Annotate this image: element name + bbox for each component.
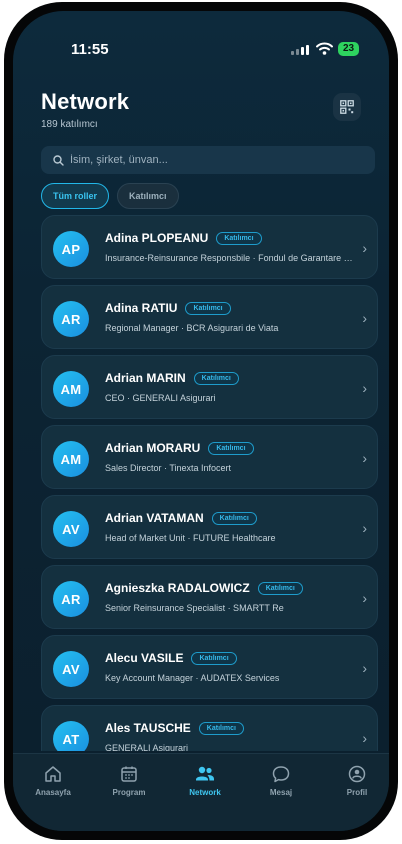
chevron-right-icon: › <box>362 380 367 396</box>
chevron-right-icon: › <box>362 660 367 676</box>
role-badge: Katılımcı <box>216 231 262 245</box>
role-badge: Katılımcı <box>193 371 239 385</box>
role-badge: Katılımcı <box>185 301 231 315</box>
status-time: 11:55 <box>71 41 109 58</box>
person-card[interactable]: AV Alecu VASILE Katılımcı Key Account Man… <box>41 635 378 699</box>
search-input[interactable] <box>70 154 350 166</box>
person-name: Agnieszka RADALOWICZ <box>105 581 250 595</box>
search-bar[interactable] <box>41 146 375 174</box>
person-name: Adrian VATAMAN <box>105 511 204 525</box>
tab-label: Program <box>112 788 146 797</box>
bottom-tab-bar: Anasayfa Program Network Mesaj Profil <box>13 753 389 831</box>
tab-label: Anasayfa <box>35 788 71 797</box>
person-card[interactable]: AM Adrian MARIN Katılımcı CEO · GENERALI … <box>41 355 378 419</box>
role-badge: Katılımcı <box>257 581 303 595</box>
person-name: Ales TAUSCHE <box>105 721 191 735</box>
person-card[interactable]: AV Adrian VATAMAN Katılımcı Head of Marke… <box>41 495 378 559</box>
chevron-right-icon: › <box>362 590 367 606</box>
page-title: Network <box>41 89 130 114</box>
person-role: CEO · GENERALI Asigurari <box>105 393 216 403</box>
tab-profil[interactable]: Profil <box>327 764 387 797</box>
person-card[interactable]: AT Ales TAUSCHE Katılımcı GENERALI Asigur… <box>41 705 378 751</box>
avatar: AT <box>53 721 89 751</box>
profile-icon <box>348 765 366 783</box>
avatar: AR <box>53 301 89 337</box>
chevron-right-icon: › <box>362 520 367 536</box>
chevron-right-icon: › <box>362 310 367 326</box>
avatar: AM <box>53 371 89 407</box>
person-role: Key Account Manager · AUDATEX Services <box>105 673 280 683</box>
person-card[interactable]: AM Adrian MORARU Katılımcı Sales Director… <box>41 425 378 489</box>
person-role: Senior Reinsurance Specialist · SMARTT R… <box>105 603 284 613</box>
tab-program[interactable]: Program <box>99 764 159 797</box>
chevron-right-icon: › <box>362 730 367 746</box>
participant-count: 189 katılımcı <box>41 119 98 130</box>
person-name: Adrian MORARU <box>105 441 201 455</box>
battery-icon: 23 <box>338 42 360 56</box>
tab-label: Profil <box>346 788 368 797</box>
person-card[interactable]: AR Agnieszka RADALOWICZ Katılımcı Senior … <box>41 565 378 629</box>
person-card[interactable]: AR Adina RATIU Katılımcı Regional Manager… <box>41 285 378 349</box>
calendar-icon <box>121 766 137 782</box>
home-icon <box>45 766 61 782</box>
person-name: Adrian MARIN <box>105 371 186 385</box>
avatar: AP <box>53 231 89 267</box>
status-bar: 11:55 23 <box>13 11 389 61</box>
role-badge: Katılımcı <box>208 441 254 455</box>
qr-code-button[interactable] <box>333 93 361 121</box>
people-icon <box>196 766 214 781</box>
person-role: Sales Director · Tinexta Infocert <box>105 463 232 473</box>
filter-all-roles[interactable]: Tüm roller <box>41 183 110 209</box>
chevron-right-icon: › <box>362 450 367 466</box>
avatar: AV <box>53 511 89 547</box>
role-badge: Katılımcı <box>198 721 244 735</box>
avatar: AV <box>53 651 89 687</box>
role-badge: Katılımcı <box>211 511 257 525</box>
tab-mesaj[interactable]: Mesaj <box>251 764 311 797</box>
tab-label: Mesaj <box>269 788 293 797</box>
message-icon <box>272 766 290 783</box>
person-role: Regional Manager · BCR Asigurari de Viat… <box>105 323 279 333</box>
wifi-icon <box>316 42 333 55</box>
person-role: Head of Market Unit · FUTURE Healthcare <box>105 533 276 543</box>
people-list: AP Adina PLOPEANU Katılımcı Insurance-Rei… <box>41 215 379 751</box>
person-card[interactable]: AP Adina PLOPEANU Katılımcı Insurance-Rei… <box>41 215 378 279</box>
phone-frame: 11:55 23 Network 189 katılımcı İsim, şir… <box>4 2 398 840</box>
tab-anasayfa[interactable]: Anasayfa <box>23 764 83 797</box>
person-role: Insurance-Reinsurance Responsbile · Fond… <box>105 253 355 263</box>
tab-network[interactable]: Network <box>175 764 235 797</box>
filter-participant[interactable]: Katılımcı <box>117 183 179 209</box>
tab-label: Network <box>189 788 221 797</box>
signal-icon <box>291 45 309 55</box>
role-badge: Katılımcı <box>191 651 237 665</box>
person-name: Alecu VASILE <box>105 651 184 665</box>
role-filters: Tüm roller Katılımcı <box>41 183 179 209</box>
chevron-right-icon: › <box>362 240 367 256</box>
person-name: Adina PLOPEANU <box>105 231 209 245</box>
qr-code-icon <box>340 100 354 114</box>
app-screen: 11:55 23 Network 189 katılımcı İsim, şir… <box>13 11 389 831</box>
person-role: GENERALI Asigurari <box>105 743 189 751</box>
page-header: Network 189 katılımcı <box>41 89 365 130</box>
person-name: Adina RATIU <box>105 301 178 315</box>
avatar: AM <box>53 441 89 477</box>
avatar: AR <box>53 581 89 617</box>
search-icon <box>53 154 64 166</box>
